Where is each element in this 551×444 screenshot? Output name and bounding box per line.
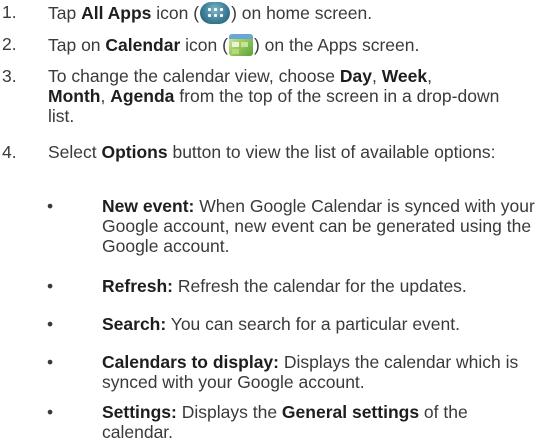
- option-text: New event: When Google Calendar is synce…: [102, 196, 542, 256]
- option-title: Refresh:: [102, 276, 173, 296]
- option-title: Search:: [102, 314, 167, 334]
- ui-term: Calendar: [105, 35, 181, 55]
- step-text-segment: Tap: [48, 3, 82, 23]
- step-text: Tap All Apps icon ( ) on home screen.: [48, 2, 543, 24]
- option-title: Calendars to display:: [102, 352, 279, 372]
- bullet-marker: •: [47, 314, 54, 334]
- option-text: Refresh: Refresh the calendar for the up…: [102, 276, 543, 296]
- option-title: New event:: [102, 196, 195, 216]
- step-text-segment: ,: [100, 86, 111, 106]
- step-text-segment: Tap on: [48, 35, 106, 55]
- option-text: Settings: Displays the General settings …: [102, 402, 542, 442]
- option-description: Refresh the calendar for the updates.: [173, 276, 467, 296]
- step-text-segment: icon (: [151, 3, 200, 23]
- step-text-segment: To change the calendar view, choose: [48, 66, 340, 86]
- step-number: 1.: [2, 2, 17, 22]
- option-title: Settings:: [102, 402, 177, 422]
- bullet-marker: •: [47, 196, 54, 216]
- step-text-segment: ) on home screen.: [231, 3, 373, 23]
- step-number: 4.: [2, 142, 17, 162]
- step-text-segment: icon (: [180, 35, 228, 55]
- step-text-segment: button to view the list of available opt…: [167, 142, 496, 162]
- ui-term: Day: [339, 66, 372, 86]
- step-text-segment: ,: [371, 66, 382, 86]
- option-text: Calendars to display: Displays the calen…: [102, 352, 542, 392]
- ui-term: Options: [101, 142, 168, 162]
- option-text: Search: You can search for a particular …: [102, 314, 543, 334]
- bullet-marker: •: [47, 352, 54, 372]
- step-text: Tap on Calendar icon ( ) on the Apps scre…: [48, 34, 543, 56]
- ui-term: All Apps: [81, 3, 152, 23]
- calendar-icon: [228, 34, 253, 56]
- option-description: You can search for a particular event.: [166, 314, 460, 334]
- step-text-segment: ) on the Apps screen.: [253, 35, 420, 55]
- ui-term: Agenda: [110, 86, 175, 106]
- bullet-marker: •: [47, 276, 54, 296]
- step-text: To change the calendar view, choose Day,…: [48, 66, 518, 126]
- step-number: 2.: [2, 34, 17, 54]
- bullet-marker: •: [47, 402, 54, 422]
- all-apps-icon: [200, 2, 231, 24]
- step-number: 3.: [2, 66, 17, 86]
- ui-term: Week: [381, 66, 428, 86]
- step-text-segment: ,: [427, 66, 432, 86]
- step-text: Select Options button to view the list o…: [48, 142, 518, 162]
- ui-term: Month: [48, 86, 101, 106]
- option-description: Displays the: [176, 402, 282, 422]
- step-text-segment: Select: [48, 142, 102, 162]
- ui-term: General settings: [281, 402, 420, 422]
